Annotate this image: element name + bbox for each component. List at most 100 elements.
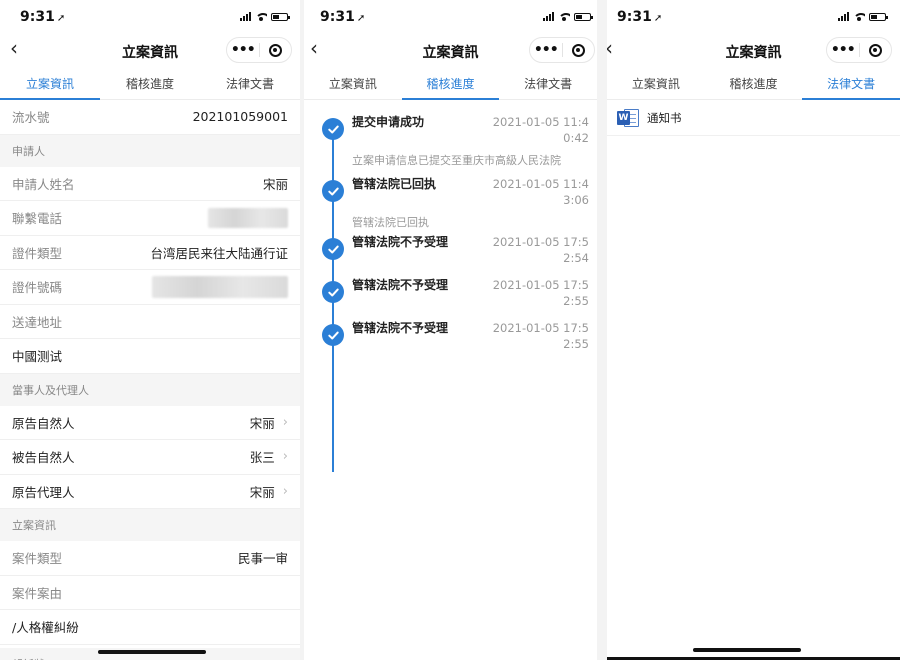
check-icon	[322, 118, 344, 140]
status-time: 9:31 ➚	[20, 9, 66, 25]
timeline-item: 提交申请成功 2021-01-05 11:40:42 立案申请信息已提交至重庆市高級…	[304, 106, 597, 168]
nav-bar: ‹ 立案資訊 •••	[304, 34, 597, 66]
plaintiff-row[interactable]: 原告自然人 宋丽 ›	[0, 406, 300, 440]
case-cause-value-row: /人格權糾紛	[0, 610, 300, 645]
case-type-value: 民事一审	[237, 551, 288, 567]
signal-icon	[543, 12, 554, 21]
serial-value: 202101059001	[192, 109, 288, 125]
applicant-name-label: 申請人姓名	[12, 176, 75, 192]
plaintiff-label: 原告自然人	[12, 415, 75, 431]
chevron-right-icon: ›	[282, 483, 288, 499]
applicant-name-row: 申請人姓名 宋丽	[0, 167, 300, 201]
battery-icon	[271, 12, 290, 21]
check-icon	[322, 281, 344, 303]
timeline-time: 2021-01-05 11:40:42	[492, 115, 589, 145]
chevron-right-icon: ›	[282, 414, 288, 430]
close-icon[interactable]	[859, 43, 891, 57]
screen-divider	[597, 0, 607, 660]
progress-timeline: 提交申请成功 2021-01-05 11:40:42 立案申请信息已提交至重庆市高級…	[304, 100, 597, 472]
phone-label: 聯繫電話	[12, 211, 63, 227]
phone-value-redacted	[208, 207, 288, 228]
timeline-item: 管辖法院已回执 2021-01-05 11:43:06 管辖法院已回执	[304, 168, 597, 229]
signal-icon	[838, 12, 849, 21]
more-icon[interactable]: •••	[827, 42, 859, 58]
tab-bar: 立案資訊 稽核進度 法律文書	[0, 66, 300, 100]
agent-label: 原告代理人	[12, 484, 75, 500]
defendant-row[interactable]: 被告自然人 张三 ›	[0, 440, 300, 475]
wifi-icon	[255, 12, 267, 21]
address-label: 送達地址	[12, 314, 63, 330]
home-indicator	[693, 648, 801, 652]
timeline-time: 2021-01-05 17:52:54	[492, 235, 589, 265]
status-time: 9:31 ➚	[617, 9, 663, 25]
id-number-label: 證件號碼	[12, 280, 63, 296]
tab-legal-documents[interactable]: 法律文書	[499, 66, 597, 99]
wifi-icon	[558, 12, 570, 21]
agent-value: 宋丽	[249, 484, 275, 500]
serial-row: 流水號 202101059001	[0, 100, 300, 135]
id-type-row: 證件類型 台湾居民来往大陆通行证	[0, 236, 300, 270]
tab-review-progress[interactable]: 稽核進度	[100, 66, 200, 99]
status-bar: 9:31 ➚	[607, 0, 900, 34]
chevron-right-icon: ›	[282, 449, 288, 465]
id-type-label: 證件類型	[12, 245, 63, 261]
mini-program-capsule: •••	[826, 37, 892, 63]
id-number-row: 證件號碼	[0, 270, 300, 305]
nav-bar: ‹ 立案資訊 •••	[607, 34, 900, 66]
home-indicator	[98, 650, 206, 654]
section-parties: 當事人及代理人	[0, 373, 300, 406]
status-bar: 9:31 ➚	[0, 0, 300, 34]
timeline-title: 管辖法院不予受理	[352, 235, 449, 249]
timeline-item: 管辖法院不予受理 2021-01-05 17:52:55	[304, 269, 597, 312]
timeline-title: 管辖法院不予受理	[352, 321, 449, 335]
address-value-row: 中國测试	[0, 339, 300, 374]
defendant-value: 张三	[249, 450, 275, 466]
agent-row[interactable]: 原告代理人 宋丽 ›	[0, 475, 300, 509]
timeline-title: 管辖法院不予受理	[352, 278, 449, 292]
mini-program-capsule: •••	[529, 37, 595, 63]
screen-case-info: 9:31 ➚ ‹ 立案資訊 ••• 立案資訊 稽核進度 法律文書 流水號 2021…	[0, 0, 300, 660]
tab-case-info[interactable]: 立案資訊	[304, 66, 402, 99]
more-icon[interactable]: •••	[530, 42, 562, 58]
battery-icon	[574, 12, 593, 21]
case-cause-label: 案件案由	[12, 585, 63, 601]
case-cause-value: /人格權糾紛	[12, 620, 79, 636]
timeline-time: 2021-01-05 11:43:06	[492, 177, 589, 207]
serial-label: 流水號	[12, 110, 50, 126]
tab-bar: 立案資訊 稽核進度 法律文書	[607, 66, 900, 100]
case-type-row: 案件類型 民事一审	[0, 541, 300, 576]
section-case-info: 立案資訊	[0, 509, 300, 541]
plaintiff-value: 宋丽	[249, 415, 275, 431]
defendant-label: 被告自然人	[12, 450, 75, 466]
timeline-item: 管辖法院不予受理 2021-01-05 17:52:55	[304, 312, 597, 355]
check-icon	[322, 324, 344, 346]
section-applicant: 申請人	[0, 134, 300, 167]
tab-review-progress[interactable]: 稽核進度	[401, 66, 500, 100]
word-doc-icon: W	[617, 108, 639, 128]
applicant-name-value: 宋丽	[262, 176, 288, 192]
screen-review-progress: 9:31 ➚ ‹ 立案資訊 ••• 立案資訊 稽核進度 法律文書 提交申请成功 20…	[304, 0, 597, 660]
wifi-icon	[853, 12, 865, 21]
tab-bar: 立案資訊 稽核進度 法律文書	[304, 66, 597, 100]
nav-bar: ‹ 立案資訊 •••	[0, 34, 300, 66]
status-bar: 9:31 ➚	[304, 0, 597, 34]
case-type-label: 案件類型	[12, 551, 63, 567]
battery-icon	[869, 12, 888, 21]
close-icon[interactable]	[562, 43, 594, 57]
document-item[interactable]: W 通知书	[607, 100, 900, 136]
check-icon	[322, 238, 344, 260]
tab-case-info[interactable]: 立案資訊	[607, 66, 705, 99]
close-icon[interactable]	[259, 43, 291, 57]
id-number-value-redacted	[152, 275, 288, 298]
status-time: 9:31 ➚	[320, 9, 366, 25]
tab-legal-documents[interactable]: 法律文書	[200, 66, 300, 99]
timeline-time: 2021-01-05 17:52:55	[492, 321, 589, 351]
tab-review-progress[interactable]: 稽核進度	[705, 66, 803, 99]
timeline-title: 管辖法院已回执	[352, 177, 437, 191]
tab-case-info[interactable]: 立案資訊	[0, 66, 100, 100]
timeline-title: 提交申请成功	[352, 115, 425, 129]
tab-legal-documents[interactable]: 法律文書	[802, 66, 900, 100]
more-icon[interactable]: •••	[227, 42, 259, 58]
check-icon	[322, 180, 344, 202]
screen-legal-documents: 9:31➚ ‹ 立案資訊 ••• 立案資訊 稽核進度 法律文書 W 通知书	[607, 0, 900, 660]
